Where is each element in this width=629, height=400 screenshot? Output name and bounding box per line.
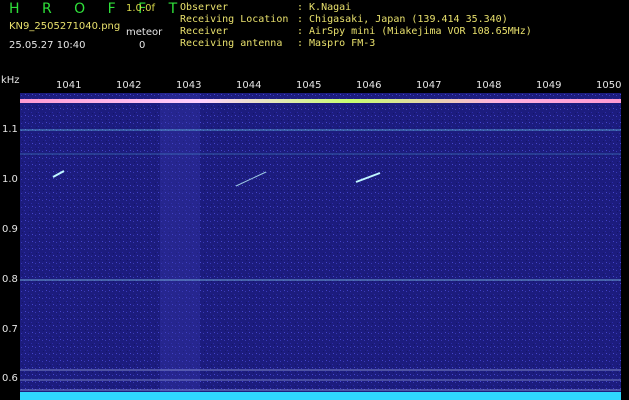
y-tick-label: 0.8 <box>2 274 18 285</box>
spectrogram-plot <box>20 93 621 400</box>
x-tick-label: 1041 <box>56 80 82 91</box>
y-tick-label: 1.1 <box>2 124 18 135</box>
x-tick-label: 1047 <box>416 80 442 91</box>
x-tick-label: 1046 <box>356 80 382 91</box>
x-unit-label: kHz <box>1 75 20 86</box>
info-row-location: Receiving Location : Chigasaki, Japan (13… <box>180 14 508 25</box>
info-row-receiver: Receiver : AirSpy mini (Miakejima VOR 108… <box>180 26 532 37</box>
x-tick-label: 1050 <box>596 80 622 91</box>
x-tick-label: 1044 <box>236 80 262 91</box>
spectrogram-canvas <box>20 93 621 400</box>
noise-background <box>20 93 621 400</box>
noise-column <box>160 93 200 400</box>
header-panel: H R O F F T 1.0.0f KN9_2505271040.png me… <box>0 0 629 76</box>
meteor-label: meteor <box>126 27 163 38</box>
info-value: : K.Nagai <box>297 2 352 13</box>
x-tick-label: 1043 <box>176 80 202 91</box>
y-tick-label: 1.0 <box>2 174 18 185</box>
info-key: Receiving Location <box>180 14 289 25</box>
x-tick-label: 1042 <box>116 80 142 91</box>
info-value: : Maspro FM-3 <box>297 38 376 49</box>
x-tick-label: 1049 <box>536 80 562 91</box>
info-key: Receiving antenna <box>180 38 283 49</box>
info-key: Observer <box>180 2 229 13</box>
x-tick-label: 1048 <box>476 80 502 91</box>
x-tick-label: 1045 <box>296 80 322 91</box>
y-tick-label: 0.9 <box>2 224 18 235</box>
app-version: 1.0.0f <box>126 3 155 14</box>
noise-floor <box>20 392 621 400</box>
date-time: 25.05.27 10:40 <box>9 40 86 51</box>
meteor-count: 0 <box>139 40 146 51</box>
y-tick-label: 0.7 <box>2 324 18 335</box>
y-tick-label: 0.6 <box>2 373 18 384</box>
info-row-observer: Observer : K.Nagai <box>180 2 351 13</box>
info-value: : Chigasaki, Japan (139.414 35.340) <box>297 14 508 25</box>
file-name: KN9_2505271040.png <box>9 21 121 32</box>
info-row-antenna: Receiving antenna : Maspro FM-3 <box>180 38 375 49</box>
app-title: H R O F F T <box>9 1 187 17</box>
info-value: : AirSpy mini (Miakejima VOR 108.65MHz) <box>297 26 532 37</box>
info-key: Receiver <box>180 26 229 37</box>
carrier-line <box>20 99 621 103</box>
